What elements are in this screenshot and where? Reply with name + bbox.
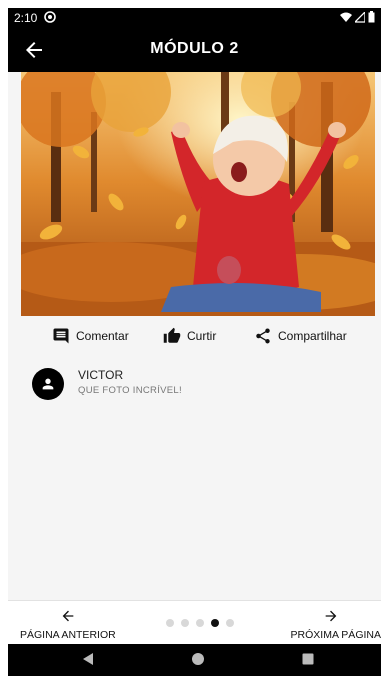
status-bar: 2:10 <box>8 8 381 28</box>
system-home-icon[interactable] <box>191 652 205 666</box>
comment-icon <box>53 328 69 344</box>
like-label: Curtir <box>187 329 217 343</box>
comment-text: QUE FOTO INCRÍVEL! <box>78 385 182 396</box>
bottom-navigation: PÁGINA ANTERIOR PRÓXIMA PÁGINA <box>8 600 381 645</box>
signal-icon <box>355 11 365 23</box>
share-icon <box>256 328 270 344</box>
share-button[interactable]: Compartilhar <box>254 324 347 348</box>
next-page-button[interactable]: PRÓXIMA PÁGINA <box>285 607 381 641</box>
system-navigation-bar <box>8 644 381 676</box>
page-indicator <box>166 619 234 627</box>
page-dot[interactable] <box>196 619 204 627</box>
post-photo <box>21 72 375 316</box>
previous-page-label: PÁGINA ANTERIOR <box>20 629 116 641</box>
thumbs-up-icon <box>163 327 181 343</box>
arrow-right-icon <box>325 610 337 622</box>
phone-screen: 2:10 MÓDULO 2 Comentar Curtir Compartilh… <box>8 8 381 676</box>
avatar <box>32 368 64 400</box>
comment-item: VICTOR QUE FOTO INCRÍVEL! <box>32 366 362 402</box>
person-icon <box>42 378 54 390</box>
page-dot[interactable] <box>166 619 174 627</box>
sync-icon <box>44 11 56 23</box>
comment-button[interactable]: Comentar <box>52 324 129 348</box>
app-bar: MÓDULO 2 <box>8 28 381 72</box>
comment-label: Comentar <box>76 329 129 343</box>
system-back-icon[interactable] <box>81 652 95 666</box>
share-label: Compartilhar <box>278 329 347 343</box>
page-dot[interactable] <box>181 619 189 627</box>
comment-author: VICTOR <box>78 368 124 382</box>
status-time: 2:10 <box>14 11 38 25</box>
system-recents-icon[interactable] <box>301 652 315 666</box>
post-actions: Comentar Curtir Compartilhar <box>8 324 381 348</box>
previous-page-button[interactable]: PÁGINA ANTERIOR <box>20 607 120 641</box>
next-page-label: PRÓXIMA PÁGINA <box>290 629 381 641</box>
like-button[interactable]: Curtir <box>163 324 216 348</box>
wifi-icon <box>340 12 352 22</box>
battery-icon <box>368 11 375 23</box>
status-icons <box>340 11 375 23</box>
page-dot[interactable] <box>226 619 234 627</box>
page-dot[interactable] <box>211 619 219 627</box>
page-title: MÓDULO 2 <box>150 40 239 57</box>
arrow-left-icon <box>62 610 74 622</box>
